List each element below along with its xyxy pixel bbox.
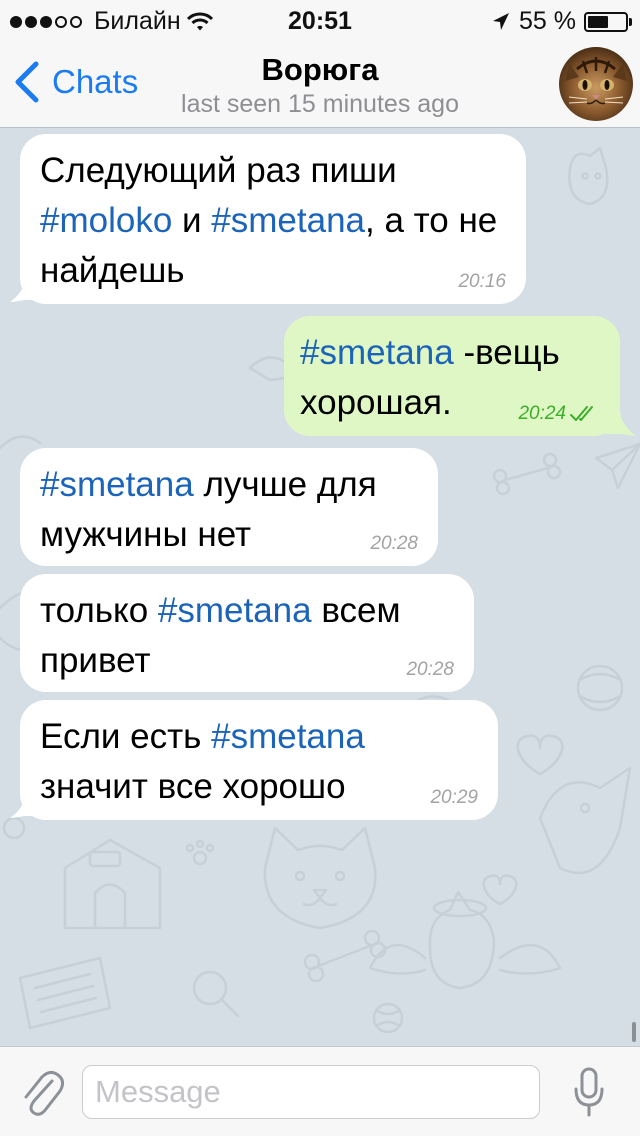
message-text: Следующий раз пиши #moloko и #smetana, а… — [40, 151, 497, 290]
message-text: только #smetana всем привет — [40, 591, 401, 680]
hashtag-link[interactable]: #smetana — [211, 201, 365, 240]
chat-title[interactable]: Ворюга — [0, 52, 640, 88]
location-arrow-icon — [493, 12, 510, 30]
message-bubble-incoming[interactable]: #smetana лучше для мужчины нет 20:28 — [20, 448, 438, 566]
scroll-indicator[interactable] — [632, 1022, 636, 1042]
message-time: 20:28 — [370, 533, 418, 554]
message-bubble-incoming[interactable]: Следующий раз пиши #moloko и #smetana, а… — [20, 134, 526, 304]
message-text-segment: Если есть — [40, 717, 212, 756]
cat-avatar-image — [559, 47, 633, 121]
message-timestamp: 20:16 — [458, 272, 506, 292]
message-text-segment: значит все хорошо — [40, 767, 346, 806]
battery-percentage: 55 % — [519, 7, 576, 35]
message-timestamp: 20:28 — [406, 660, 454, 680]
message-bubble-incoming[interactable]: только #smetana всем привет 20:28 — [20, 574, 474, 692]
message-text: #smetana лучше для мужчины нет — [40, 465, 377, 554]
paperclip-icon[interactable] — [20, 1067, 64, 1117]
message-timestamp: 20:28 — [370, 534, 418, 554]
message-time: 20:16 — [458, 271, 506, 292]
message-input-bar — [0, 1046, 640, 1136]
message-text-segment: и — [172, 201, 212, 240]
message-timestamp: 20:24 — [518, 404, 600, 424]
last-seen-status: last seen 15 minutes ago — [181, 90, 459, 118]
message-text-segment: только — [40, 591, 158, 630]
message-time: 20:29 — [430, 787, 478, 808]
microphone-icon[interactable] — [572, 1065, 606, 1119]
hashtag-link[interactable]: #smetana — [40, 465, 194, 504]
navigation-bar: Chats Ворюга last seen 15 minutes ago — [0, 40, 640, 128]
hashtag-link[interactable]: #smetana — [211, 717, 365, 756]
hashtag-link[interactable]: #smetana — [300, 333, 454, 372]
battery-icon — [584, 11, 632, 32]
message-input[interactable] — [82, 1065, 540, 1119]
message-time: 20:28 — [406, 659, 454, 680]
status-right: 55 % — [491, 7, 632, 36]
hashtag-link[interactable]: #smetana — [158, 591, 312, 630]
message-text-segment: Следующий раз пиши — [40, 151, 397, 190]
message-bubble-outgoing[interactable]: #smetana -вещь хорошая. 20:24 — [284, 316, 620, 436]
double-check-icon — [570, 406, 593, 421]
message-text: Если есть #smetana значит все хорошо — [40, 717, 365, 806]
message-timestamp: 20:29 — [430, 788, 478, 808]
chat-message-list[interactable]: Следующий раз пиши #moloko и #smetana, а… — [0, 128, 640, 1046]
message-bubble-incoming[interactable]: Если есть #smetana значит все хорошо 20:… — [20, 700, 498, 820]
message-time: 20:24 — [518, 403, 566, 424]
hashtag-link[interactable]: #moloko — [40, 201, 172, 240]
status-bar: Билайн 20:51 55 % — [0, 0, 640, 40]
battery-level-fill — [588, 15, 608, 28]
contact-avatar[interactable] — [559, 47, 633, 121]
